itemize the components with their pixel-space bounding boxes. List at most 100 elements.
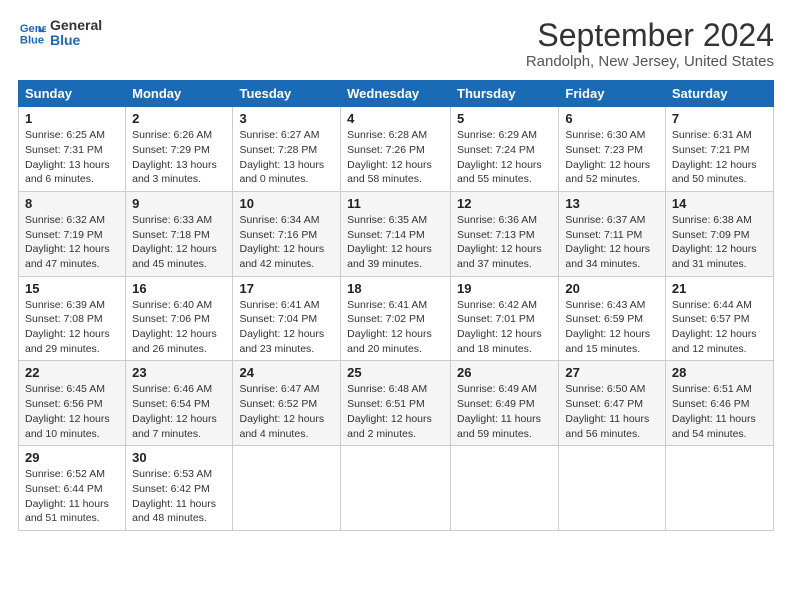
day-detail: Sunrise: 6:42 AMSunset: 7:01 PMDaylight:… (457, 299, 542, 355)
calendar-header-cell: Tuesday (233, 81, 341, 107)
header: General Blue General Blue September 2024… (18, 18, 774, 70)
day-number: 29 (25, 450, 119, 465)
calendar-week-row: 1 Sunrise: 6:25 AMSunset: 7:31 PMDayligh… (19, 107, 774, 192)
calendar-day-cell: 27 Sunrise: 6:50 AMSunset: 6:47 PMDaylig… (559, 361, 665, 446)
calendar-day-cell: 29 Sunrise: 6:52 AMSunset: 6:44 PMDaylig… (19, 446, 126, 531)
day-detail: Sunrise: 6:46 AMSunset: 6:54 PMDaylight:… (132, 383, 217, 439)
day-number: 1 (25, 111, 119, 126)
day-detail: Sunrise: 6:49 AMSunset: 6:49 PMDaylight:… (457, 383, 541, 439)
calendar-day-cell: 13 Sunrise: 6:37 AMSunset: 7:11 PMDaylig… (559, 191, 665, 276)
day-number: 22 (25, 365, 119, 380)
month-title: September 2024 (526, 18, 774, 53)
calendar-day-cell: 25 Sunrise: 6:48 AMSunset: 6:51 PMDaylig… (341, 361, 451, 446)
calendar-day-cell: 5 Sunrise: 6:29 AMSunset: 7:24 PMDayligh… (451, 107, 559, 192)
day-detail: Sunrise: 6:53 AMSunset: 6:42 PMDaylight:… (132, 468, 216, 524)
day-detail: Sunrise: 6:47 AMSunset: 6:52 PMDaylight:… (239, 383, 324, 439)
day-detail: Sunrise: 6:51 AMSunset: 6:46 PMDaylight:… (672, 383, 756, 439)
calendar-day-cell: 9 Sunrise: 6:33 AMSunset: 7:18 PMDayligh… (126, 191, 233, 276)
day-detail: Sunrise: 6:35 AMSunset: 7:14 PMDaylight:… (347, 214, 432, 270)
day-number: 15 (25, 281, 119, 296)
calendar-day-cell: 15 Sunrise: 6:39 AMSunset: 7:08 PMDaylig… (19, 276, 126, 361)
calendar-header-cell: Monday (126, 81, 233, 107)
calendar-header-cell: Saturday (665, 81, 773, 107)
day-number: 26 (457, 365, 552, 380)
calendar-day-cell (451, 446, 559, 531)
calendar-day-cell: 17 Sunrise: 6:41 AMSunset: 7:04 PMDaylig… (233, 276, 341, 361)
day-number: 16 (132, 281, 226, 296)
day-number: 14 (672, 196, 767, 211)
title-block: September 2024 Randolph, New Jersey, Uni… (526, 18, 774, 70)
logo-line2: Blue (50, 33, 102, 48)
calendar-day-cell: 28 Sunrise: 6:51 AMSunset: 6:46 PMDaylig… (665, 361, 773, 446)
day-number: 12 (457, 196, 552, 211)
calendar-day-cell: 4 Sunrise: 6:28 AMSunset: 7:26 PMDayligh… (341, 107, 451, 192)
calendar-day-cell (233, 446, 341, 531)
day-detail: Sunrise: 6:50 AMSunset: 6:47 PMDaylight:… (565, 383, 649, 439)
svg-text:Blue: Blue (20, 35, 44, 47)
day-detail: Sunrise: 6:41 AMSunset: 7:02 PMDaylight:… (347, 299, 432, 355)
calendar-header-cell: Sunday (19, 81, 126, 107)
calendar-header-cell: Friday (559, 81, 665, 107)
day-number: 10 (239, 196, 334, 211)
day-number: 6 (565, 111, 658, 126)
calendar-header-row: SundayMondayTuesdayWednesdayThursdayFrid… (19, 81, 774, 107)
calendar-day-cell: 7 Sunrise: 6:31 AMSunset: 7:21 PMDayligh… (665, 107, 773, 192)
logo-line1: General (50, 18, 102, 33)
calendar-day-cell: 6 Sunrise: 6:30 AMSunset: 7:23 PMDayligh… (559, 107, 665, 192)
calendar-day-cell: 11 Sunrise: 6:35 AMSunset: 7:14 PMDaylig… (341, 191, 451, 276)
calendar-header-cell: Thursday (451, 81, 559, 107)
calendar-day-cell: 12 Sunrise: 6:36 AMSunset: 7:13 PMDaylig… (451, 191, 559, 276)
day-number: 13 (565, 196, 658, 211)
day-detail: Sunrise: 6:31 AMSunset: 7:21 PMDaylight:… (672, 129, 757, 185)
day-number: 23 (132, 365, 226, 380)
logo-icon: General Blue (18, 19, 46, 47)
day-detail: Sunrise: 6:39 AMSunset: 7:08 PMDaylight:… (25, 299, 110, 355)
day-detail: Sunrise: 6:28 AMSunset: 7:26 PMDaylight:… (347, 129, 432, 185)
calendar-day-cell (341, 446, 451, 531)
day-detail: Sunrise: 6:29 AMSunset: 7:24 PMDaylight:… (457, 129, 542, 185)
day-detail: Sunrise: 6:32 AMSunset: 7:19 PMDaylight:… (25, 214, 110, 270)
day-number: 5 (457, 111, 552, 126)
day-detail: Sunrise: 6:36 AMSunset: 7:13 PMDaylight:… (457, 214, 542, 270)
day-detail: Sunrise: 6:27 AMSunset: 7:28 PMDaylight:… (239, 129, 324, 185)
day-number: 30 (132, 450, 226, 465)
calendar-week-row: 15 Sunrise: 6:39 AMSunset: 7:08 PMDaylig… (19, 276, 774, 361)
calendar-day-cell: 24 Sunrise: 6:47 AMSunset: 6:52 PMDaylig… (233, 361, 341, 446)
calendar-body: 1 Sunrise: 6:25 AMSunset: 7:31 PMDayligh… (19, 107, 774, 531)
day-detail: Sunrise: 6:40 AMSunset: 7:06 PMDaylight:… (132, 299, 217, 355)
day-detail: Sunrise: 6:37 AMSunset: 7:11 PMDaylight:… (565, 214, 650, 270)
calendar-day-cell: 2 Sunrise: 6:26 AMSunset: 7:29 PMDayligh… (126, 107, 233, 192)
calendar-week-row: 29 Sunrise: 6:52 AMSunset: 6:44 PMDaylig… (19, 446, 774, 531)
day-number: 7 (672, 111, 767, 126)
calendar-day-cell: 23 Sunrise: 6:46 AMSunset: 6:54 PMDaylig… (126, 361, 233, 446)
day-number: 9 (132, 196, 226, 211)
calendar-day-cell: 8 Sunrise: 6:32 AMSunset: 7:19 PMDayligh… (19, 191, 126, 276)
calendar-week-row: 22 Sunrise: 6:45 AMSunset: 6:56 PMDaylig… (19, 361, 774, 446)
calendar-week-row: 8 Sunrise: 6:32 AMSunset: 7:19 PMDayligh… (19, 191, 774, 276)
svg-text:General: General (20, 23, 46, 35)
day-detail: Sunrise: 6:26 AMSunset: 7:29 PMDaylight:… (132, 129, 217, 185)
day-number: 3 (239, 111, 334, 126)
day-detail: Sunrise: 6:45 AMSunset: 6:56 PMDaylight:… (25, 383, 110, 439)
calendar-day-cell: 16 Sunrise: 6:40 AMSunset: 7:06 PMDaylig… (126, 276, 233, 361)
day-number: 11 (347, 196, 444, 211)
day-detail: Sunrise: 6:48 AMSunset: 6:51 PMDaylight:… (347, 383, 432, 439)
day-detail: Sunrise: 6:38 AMSunset: 7:09 PMDaylight:… (672, 214, 757, 270)
day-detail: Sunrise: 6:44 AMSunset: 6:57 PMDaylight:… (672, 299, 757, 355)
day-number: 24 (239, 365, 334, 380)
calendar-day-cell: 26 Sunrise: 6:49 AMSunset: 6:49 PMDaylig… (451, 361, 559, 446)
logo: General Blue General Blue (18, 18, 102, 49)
day-detail: Sunrise: 6:30 AMSunset: 7:23 PMDaylight:… (565, 129, 650, 185)
calendar-day-cell: 30 Sunrise: 6:53 AMSunset: 6:42 PMDaylig… (126, 446, 233, 531)
day-number: 17 (239, 281, 334, 296)
calendar-day-cell (559, 446, 665, 531)
calendar-day-cell: 20 Sunrise: 6:43 AMSunset: 6:59 PMDaylig… (559, 276, 665, 361)
day-number: 19 (457, 281, 552, 296)
day-number: 25 (347, 365, 444, 380)
calendar-day-cell: 14 Sunrise: 6:38 AMSunset: 7:09 PMDaylig… (665, 191, 773, 276)
calendar-day-cell: 3 Sunrise: 6:27 AMSunset: 7:28 PMDayligh… (233, 107, 341, 192)
calendar-header-cell: Wednesday (341, 81, 451, 107)
day-detail: Sunrise: 6:52 AMSunset: 6:44 PMDaylight:… (25, 468, 109, 524)
page: General Blue General Blue September 2024… (0, 0, 792, 612)
calendar-day-cell: 1 Sunrise: 6:25 AMSunset: 7:31 PMDayligh… (19, 107, 126, 192)
